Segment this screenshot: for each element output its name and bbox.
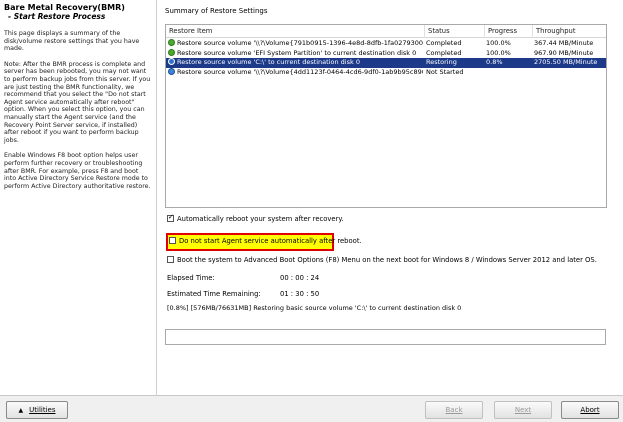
auto-reboot-checkbox[interactable] bbox=[167, 213, 174, 222]
table-row[interactable]: Restore source volume 'EFI System Partit… bbox=[166, 48, 606, 59]
restore-items-table[interactable]: Restore Item Status Progress Throughput … bbox=[165, 24, 607, 208]
column-header-progress[interactable]: Progress bbox=[484, 25, 517, 38]
triangle-up-icon: ▲ bbox=[18, 407, 24, 414]
advanced-boot-option[interactable]: Boot the system to Advanced Boot Options… bbox=[167, 256, 597, 264]
wizard-subtitle: - Start Restore Process bbox=[8, 12, 106, 21]
row-item: Restore source volume 'C:\' to current d… bbox=[177, 58, 360, 66]
table-header: Restore Item Status Progress Throughput bbox=[166, 25, 606, 38]
next-button[interactable]: Next bbox=[494, 401, 552, 419]
progress-bar bbox=[165, 329, 606, 345]
row-throughput: 2705.50 MB/Minute bbox=[534, 58, 598, 66]
elapsed-time: Elapsed Time: 00 : 00 : 24 bbox=[167, 274, 319, 282]
description-paragraph-2: Note: After the BMR process is complete … bbox=[4, 60, 151, 144]
row-item: Restore source volume 'EFI System Partit… bbox=[177, 48, 417, 57]
check-icon bbox=[168, 48, 175, 56]
table-row-selected[interactable]: Restore source volume 'C:\' to current d… bbox=[166, 58, 606, 68]
column-header-status[interactable]: Status bbox=[424, 25, 450, 38]
table-row[interactable]: Restore source volume '\\?\Volume{4dd112… bbox=[166, 67, 606, 78]
no-agent-option[interactable]: Do not start Agent service automatically… bbox=[168, 235, 362, 245]
running-icon bbox=[168, 58, 175, 65]
remaining-time: Estimated Time Remaining: 01 : 30 : 50 bbox=[167, 290, 319, 298]
row-status: Completed bbox=[426, 48, 462, 57]
row-item: Restore source volume '\\?\Volume{4dd112… bbox=[177, 67, 423, 76]
description-paragraph-1: This page displays a summary of the disk… bbox=[4, 30, 140, 53]
column-header-item[interactable]: Restore Item bbox=[169, 27, 212, 35]
auto-reboot-label: Automatically reboot your system after r… bbox=[177, 215, 344, 223]
row-throughput: 367.44 MB/Minute bbox=[534, 39, 594, 47]
button-bar: ▲ Utilities Back Next Abort bbox=[0, 395, 623, 422]
elapsed-value: 00 : 00 : 24 bbox=[280, 274, 320, 282]
progress-log: [0.8%] [576MB/76631MB] Restoring basic s… bbox=[167, 304, 462, 312]
no-agent-checkbox[interactable] bbox=[169, 237, 176, 244]
highlight-annotation: Do not start Agent service automatically… bbox=[166, 233, 362, 251]
check-icon bbox=[168, 39, 175, 46]
content-panel: Summary of Restore Settings Restore Item… bbox=[160, 0, 623, 395]
elapsed-label: Elapsed Time: bbox=[167, 274, 215, 282]
abort-button[interactable]: Abort bbox=[561, 401, 619, 419]
description-panel: Bare Metal Recovery(BMR) - Start Restore… bbox=[0, 0, 157, 395]
column-header-throughput[interactable]: Throughput bbox=[532, 25, 575, 38]
row-item: Restore source volume '\\?\Volume{791b09… bbox=[177, 39, 423, 47]
back-button[interactable]: Back bbox=[425, 401, 483, 419]
row-progress: 100.0% bbox=[486, 48, 511, 57]
summary-label: Summary of Restore Settings bbox=[165, 7, 268, 15]
remaining-value: 01 : 30 : 50 bbox=[280, 290, 320, 298]
row-throughput: 967.90 MB/Minute bbox=[534, 48, 594, 57]
row-status: Restoring bbox=[426, 58, 457, 66]
description-paragraph-3: Enable Windows F8 boot option helps user… bbox=[4, 152, 151, 190]
utilities-button[interactable]: ▲ Utilities bbox=[6, 401, 68, 419]
row-progress: 100.0% bbox=[486, 39, 511, 47]
table-row[interactable]: Restore source volume '\\?\Volume{791b09… bbox=[166, 39, 606, 49]
info-icon bbox=[168, 67, 175, 75]
remaining-label: Estimated Time Remaining: bbox=[167, 290, 261, 298]
wizard-title: Bare Metal Recovery(BMR) bbox=[4, 3, 125, 12]
row-status: Not Started bbox=[426, 67, 464, 76]
advanced-boot-checkbox[interactable] bbox=[167, 256, 174, 263]
advanced-boot-label: Boot the system to Advanced Boot Options… bbox=[177, 256, 597, 264]
row-status: Completed bbox=[426, 39, 462, 47]
row-progress: 0.8% bbox=[486, 58, 503, 66]
no-agent-label: Do not start Agent service automatically… bbox=[179, 237, 362, 245]
auto-reboot-option[interactable]: Automatically reboot your system after r… bbox=[167, 213, 344, 223]
